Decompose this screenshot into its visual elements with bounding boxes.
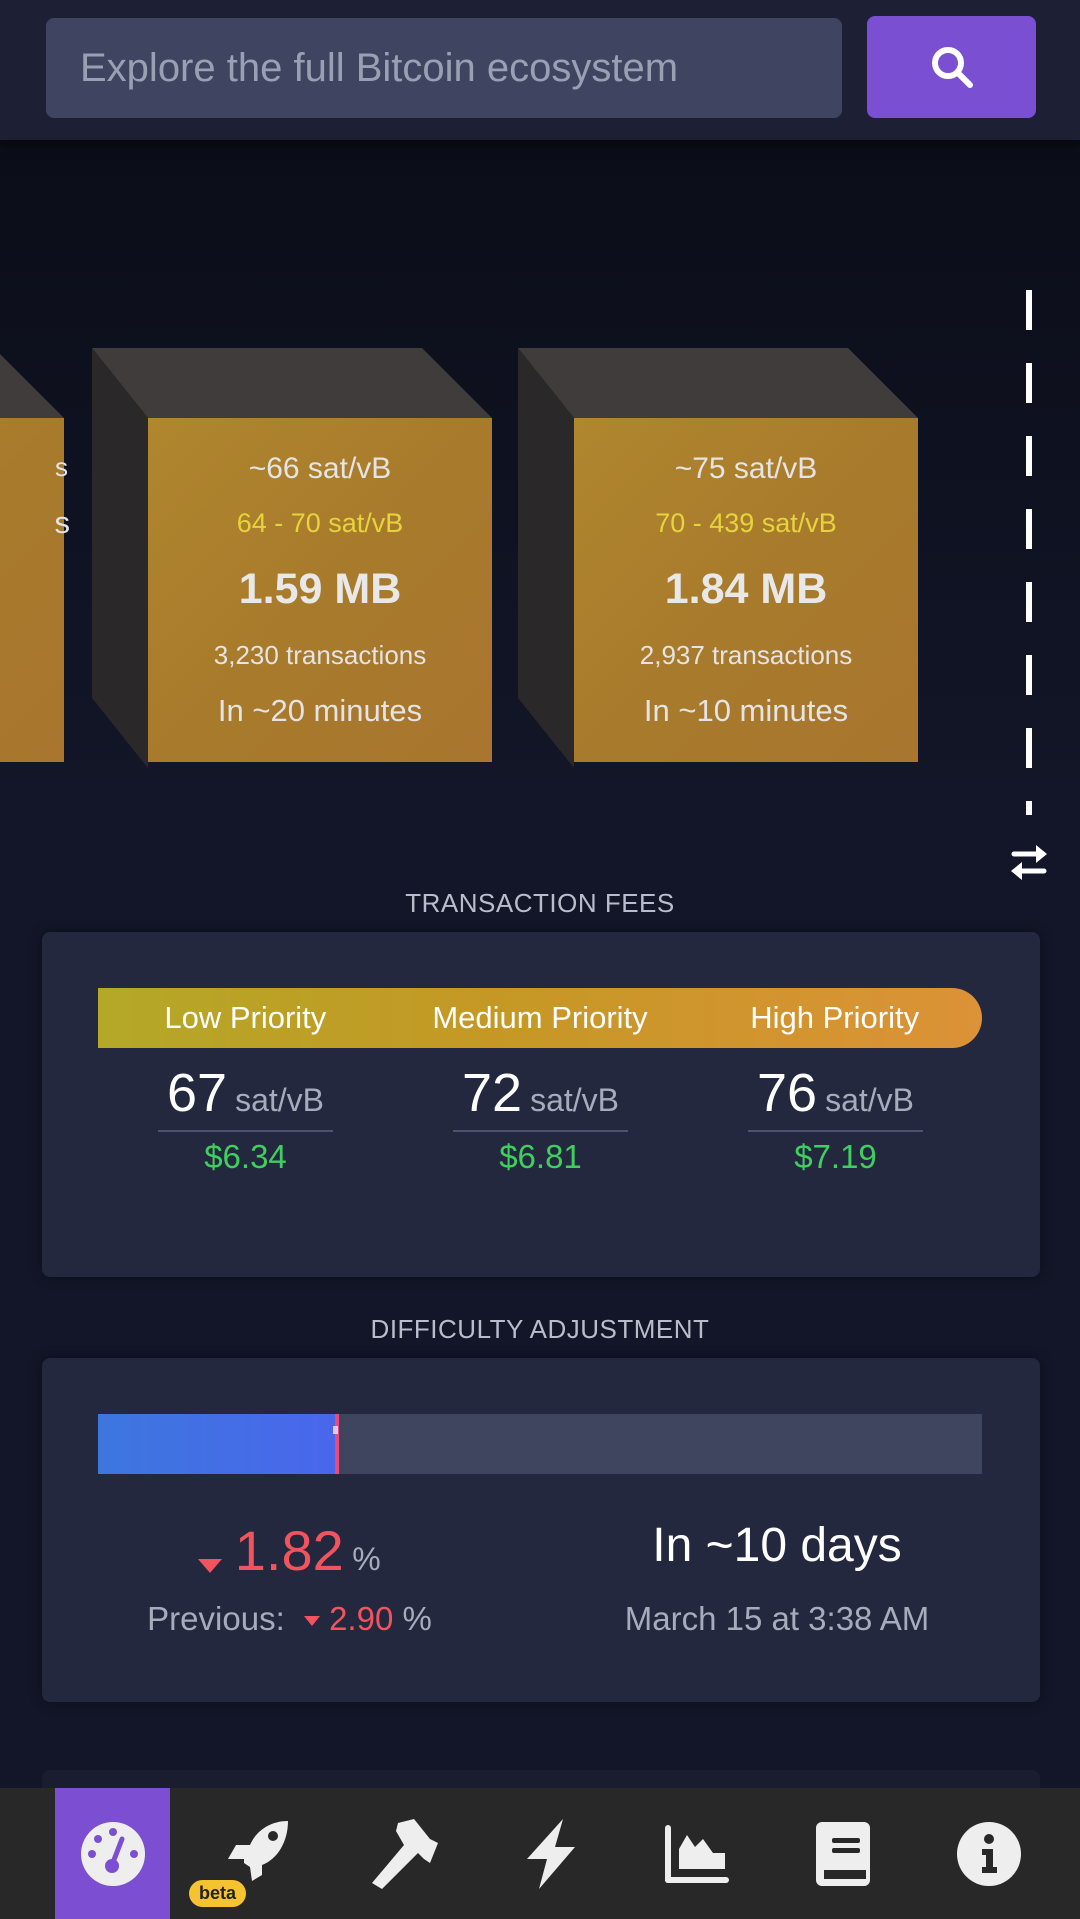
previous-difficulty-change: Previous: 2.90 % — [42, 1600, 537, 1638]
transaction-fees-title: TRANSACTION FEES — [405, 888, 675, 918]
difficulty-marker-dot — [332, 1426, 338, 1434]
low-priority-label: Low Priority — [164, 1000, 327, 1035]
block-eta: s — [54, 505, 71, 540]
fee-rate: 67 — [167, 1063, 228, 1123]
difficulty-eta-date: March 15 at 3:38 AM — [624, 1600, 930, 1637]
fee-unit: sat/vB — [235, 1082, 324, 1118]
search-input[interactable] — [46, 18, 842, 118]
medium-priority-label: Medium Priority — [432, 1000, 648, 1035]
rocket-icon — [227, 1820, 288, 1881]
mempool-block[interactable]: ~75 sat/vB 70 - 439 sat/vB 1.84 MB 2,937… — [518, 348, 918, 768]
transaction-fees-card: Low Priority Medium Priority High Priori… — [42, 932, 1040, 1277]
fee-divider — [453, 1130, 628, 1132]
difficulty-progress-bar — [98, 1414, 982, 1474]
high-priority-label: High Priority — [750, 1000, 920, 1035]
difficulty-progress-marker — [334, 1414, 339, 1474]
fee-rate: 72 — [462, 1063, 523, 1123]
previous-label: Previous: — [147, 1600, 285, 1637]
bottom-nav — [0, 1788, 1080, 1919]
difficulty-progress-fill — [98, 1414, 337, 1474]
search-icon — [931, 47, 973, 88]
swap-arrows-icon[interactable] — [1010, 842, 1048, 882]
block-tx-count: 3,230 transactions — [213, 640, 427, 670]
fee-rate: 76 — [757, 1063, 818, 1123]
block-size: 1.84 MB — [664, 565, 828, 613]
difficulty-adjustment-title: DIFFICULTY ADJUSTMENT — [370, 1314, 710, 1344]
block-median-fee: ~75 sat/vB — [674, 452, 818, 485]
difficulty-adjustment-card: 1.82 % Previous: 2.90 % In ~10 days Marc… — [42, 1358, 1040, 1702]
dashboard-gauge-icon — [80, 1821, 145, 1886]
difficulty-eta: In ~10 days — [652, 1519, 902, 1572]
header — [0, 0, 1080, 140]
lightning-icon — [526, 1818, 575, 1889]
fee-usd: $7.19 — [794, 1138, 877, 1175]
mempool-block[interactable]: s s — [0, 348, 70, 768]
block-tx-count: s — [55, 452, 68, 482]
mempool-block[interactable]: ~66 sat/vB 64 - 70 sat/vB 1.59 MB 3,230 … — [92, 348, 492, 768]
fee-unit: sat/vB — [825, 1082, 914, 1118]
nav-graphs[interactable] — [639, 1788, 754, 1919]
previous-unit: % — [402, 1600, 432, 1637]
book-icon — [815, 1821, 870, 1886]
fee-divider — [748, 1130, 923, 1132]
nav-dashboard[interactable] — [55, 1788, 170, 1919]
priority-bar: Low Priority Medium Priority High Priori… — [98, 988, 982, 1048]
block-fee-range: 70 - 439 sat/vB — [655, 508, 837, 538]
high-priority-fee: 76 sat/vB $7.19 — [748, 1062, 923, 1176]
nav-lightning[interactable] — [493, 1788, 608, 1919]
block-eta: In ~20 minutes — [217, 693, 423, 728]
difficulty-change-value: 1.82 — [234, 1519, 344, 1582]
block-eta: In ~10 minutes — [643, 693, 849, 728]
block-median-fee: ~66 sat/vB — [248, 452, 392, 485]
nav-about[interactable] — [931, 1788, 1046, 1919]
decrease-arrow-icon — [198, 1558, 223, 1573]
beta-badge: beta — [189, 1880, 247, 1907]
block-fee-range: 64 - 70 sat/vB — [236, 508, 404, 538]
difficulty-change-unit: % — [352, 1541, 381, 1577]
nav-docs[interactable] — [785, 1788, 900, 1919]
difficulty-change: 1.82 % — [42, 1518, 537, 1583]
fee-unit: sat/vB — [530, 1082, 619, 1118]
nav-mining[interactable] — [347, 1788, 462, 1919]
low-priority-fee: 67 sat/vB $6.34 — [158, 1062, 333, 1176]
mempool-blockchain-divider — [1026, 290, 1032, 815]
fee-usd: $6.81 — [499, 1138, 582, 1175]
info-icon — [956, 1821, 1021, 1886]
fee-usd: $6.34 — [204, 1138, 287, 1175]
previous-value: 2.90 — [329, 1600, 394, 1637]
medium-priority-fee: 72 sat/vB $6.81 — [453, 1062, 628, 1176]
fee-divider — [158, 1130, 333, 1132]
decrease-arrow-icon — [303, 1616, 320, 1627]
chart-area-icon — [664, 1824, 729, 1883]
block-size: 1.59 MB — [238, 565, 402, 613]
search-button[interactable] — [867, 16, 1036, 118]
hammer-icon — [371, 1818, 438, 1889]
block-tx-count: 2,937 transactions — [639, 640, 853, 670]
